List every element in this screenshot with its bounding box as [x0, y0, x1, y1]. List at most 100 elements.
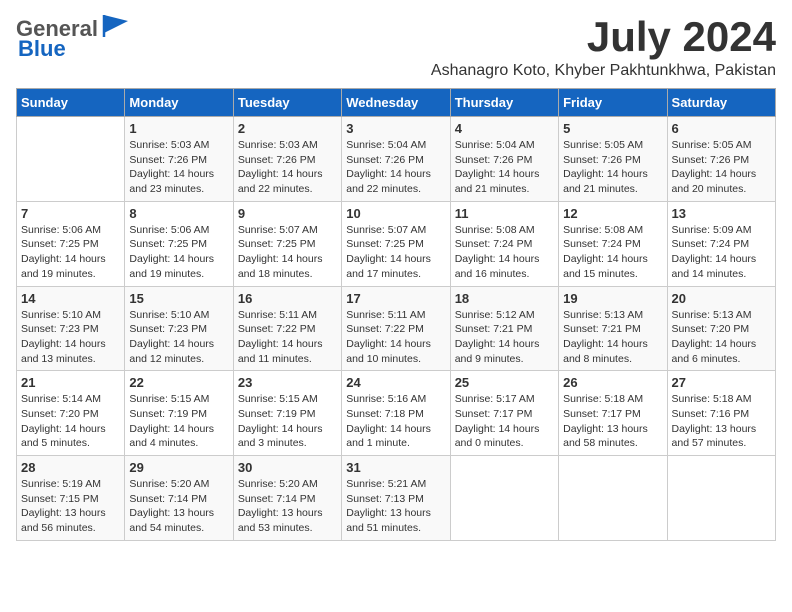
weekday-header-tuesday: Tuesday [233, 89, 341, 117]
calendar-cell: 26 Sunrise: 5:18 AM Sunset: 7:17 PM Dayli… [559, 371, 667, 456]
day-number: 31 [346, 460, 445, 475]
calendar-cell: 28 Sunrise: 5:19 AM Sunset: 7:15 PM Dayli… [17, 456, 125, 541]
calendar-cell [17, 117, 125, 202]
day-number: 26 [563, 375, 662, 390]
day-info: Sunrise: 5:14 AM Sunset: 7:20 PM Dayligh… [21, 392, 120, 451]
day-info: Sunrise: 5:03 AM Sunset: 7:26 PM Dayligh… [238, 138, 337, 197]
calendar-cell [559, 456, 667, 541]
calendar-cell: 6 Sunrise: 5:05 AM Sunset: 7:26 PM Daylig… [667, 117, 775, 202]
weekday-header-monday: Monday [125, 89, 233, 117]
calendar-cell: 15 Sunrise: 5:10 AM Sunset: 7:23 PM Dayli… [125, 286, 233, 371]
day-number: 23 [238, 375, 337, 390]
weekday-header-wednesday: Wednesday [342, 89, 450, 117]
calendar-cell: 25 Sunrise: 5:17 AM Sunset: 7:17 PM Dayli… [450, 371, 558, 456]
day-number: 10 [346, 206, 445, 221]
day-info: Sunrise: 5:05 AM Sunset: 7:26 PM Dayligh… [563, 138, 662, 197]
day-info: Sunrise: 5:04 AM Sunset: 7:26 PM Dayligh… [346, 138, 445, 197]
day-number: 12 [563, 206, 662, 221]
day-info: Sunrise: 5:09 AM Sunset: 7:24 PM Dayligh… [672, 223, 771, 282]
calendar-cell: 1 Sunrise: 5:03 AM Sunset: 7:26 PM Daylig… [125, 117, 233, 202]
day-info: Sunrise: 5:07 AM Sunset: 7:25 PM Dayligh… [346, 223, 445, 282]
day-number: 2 [238, 121, 337, 136]
day-info: Sunrise: 5:04 AM Sunset: 7:26 PM Dayligh… [455, 138, 554, 197]
calendar-cell: 3 Sunrise: 5:04 AM Sunset: 7:26 PM Daylig… [342, 117, 450, 202]
day-info: Sunrise: 5:11 AM Sunset: 7:22 PM Dayligh… [238, 308, 337, 367]
calendar-header-row: SundayMondayTuesdayWednesdayThursdayFrid… [17, 89, 776, 117]
day-number: 22 [129, 375, 228, 390]
calendar-cell: 18Sunrise: 5:12 AM Sunset: 7:21 PM Dayli… [450, 286, 558, 371]
calendar-subtitle: Ashanagro Koto, Khyber Pakhtunkhwa, Paki… [431, 62, 776, 80]
day-info: Sunrise: 5:20 AM Sunset: 7:14 PM Dayligh… [129, 477, 228, 536]
day-number: 19 [563, 291, 662, 306]
calendar-cell: 12 Sunrise: 5:08 AM Sunset: 7:24 PM Dayli… [559, 201, 667, 286]
calendar-cell: 30 Sunrise: 5:20 AM Sunset: 7:14 PM Dayli… [233, 456, 341, 541]
calendar-table: SundayMondayTuesdayWednesdayThursdayFrid… [16, 88, 776, 541]
day-number: 24 [346, 375, 445, 390]
calendar-cell: 10 Sunrise: 5:07 AM Sunset: 7:25 PM Dayli… [342, 201, 450, 286]
day-number: 6 [672, 121, 771, 136]
calendar-week-row: 1 Sunrise: 5:03 AM Sunset: 7:26 PM Daylig… [17, 117, 776, 202]
day-number: 27 [672, 375, 771, 390]
day-number: 13 [672, 206, 771, 221]
day-number: 9 [238, 206, 337, 221]
calendar-cell: 14Sunrise: 5:10 AM Sunset: 7:23 PM Dayli… [17, 286, 125, 371]
day-info: Sunrise: 5:13 AM Sunset: 7:21 PM Dayligh… [563, 308, 662, 367]
calendar-cell: 4Sunrise: 5:04 AM Sunset: 7:26 PM Daylig… [450, 117, 558, 202]
title-block: July 2024 Ashanagro Koto, Khyber Pakhtun… [431, 16, 776, 80]
day-number: 7 [21, 206, 120, 221]
weekday-header-friday: Friday [559, 89, 667, 117]
day-info: Sunrise: 5:19 AM Sunset: 7:15 PM Dayligh… [21, 477, 120, 536]
day-info: Sunrise: 5:08 AM Sunset: 7:24 PM Dayligh… [455, 223, 554, 282]
weekday-header-thursday: Thursday [450, 89, 558, 117]
day-number: 1 [129, 121, 228, 136]
day-number: 29 [129, 460, 228, 475]
day-number: 25 [455, 375, 554, 390]
day-number: 5 [563, 121, 662, 136]
calendar-week-row: 21 Sunrise: 5:14 AM Sunset: 7:20 PM Dayli… [17, 371, 776, 456]
calendar-cell: 16 Sunrise: 5:11 AM Sunset: 7:22 PM Dayli… [233, 286, 341, 371]
day-number: 28 [21, 460, 120, 475]
calendar-cell [667, 456, 775, 541]
calendar-cell: 21 Sunrise: 5:14 AM Sunset: 7:20 PM Dayli… [17, 371, 125, 456]
calendar-cell: 2 Sunrise: 5:03 AM Sunset: 7:26 PM Daylig… [233, 117, 341, 202]
day-number: 11 [455, 206, 554, 221]
logo-blue: Blue [18, 36, 66, 61]
calendar-cell: 22 Sunrise: 5:15 AM Sunset: 7:19 PM Dayli… [125, 371, 233, 456]
day-info: Sunrise: 5:07 AM Sunset: 7:25 PM Dayligh… [238, 223, 337, 282]
day-info: Sunrise: 5:16 AM Sunset: 7:18 PM Dayligh… [346, 392, 445, 451]
day-number: 17 [346, 291, 445, 306]
day-info: Sunrise: 5:17 AM Sunset: 7:17 PM Dayligh… [455, 392, 554, 451]
day-info: Sunrise: 5:06 AM Sunset: 7:25 PM Dayligh… [21, 223, 120, 282]
calendar-cell: 20Sunrise: 5:13 AM Sunset: 7:20 PM Dayli… [667, 286, 775, 371]
day-number: 3 [346, 121, 445, 136]
day-info: Sunrise: 5:03 AM Sunset: 7:26 PM Dayligh… [129, 138, 228, 197]
day-info: Sunrise: 5:15 AM Sunset: 7:19 PM Dayligh… [129, 392, 228, 451]
day-number: 16 [238, 291, 337, 306]
day-info: Sunrise: 5:10 AM Sunset: 7:23 PM Dayligh… [129, 308, 228, 367]
day-number: 21 [21, 375, 120, 390]
day-info: Sunrise: 5:18 AM Sunset: 7:17 PM Dayligh… [563, 392, 662, 451]
day-info: Sunrise: 5:20 AM Sunset: 7:14 PM Dayligh… [238, 477, 337, 536]
logo-flag-icon [100, 13, 130, 39]
day-info: Sunrise: 5:18 AM Sunset: 7:16 PM Dayligh… [672, 392, 771, 451]
day-number: 18 [455, 291, 554, 306]
day-number: 15 [129, 291, 228, 306]
calendar-cell: 11 Sunrise: 5:08 AM Sunset: 7:24 PM Dayli… [450, 201, 558, 286]
day-info: Sunrise: 5:05 AM Sunset: 7:26 PM Dayligh… [672, 138, 771, 197]
day-number: 14 [21, 291, 120, 306]
day-info: Sunrise: 5:08 AM Sunset: 7:24 PM Dayligh… [563, 223, 662, 282]
calendar-week-row: 14 Sunrise: 5:10 AM Sunset: 7:23 PM Dayli… [17, 286, 776, 371]
day-number: 30 [238, 460, 337, 475]
calendar-cell: 5 Sunrise: 5:05 AM Sunset: 7:26 PM Daylig… [559, 117, 667, 202]
calendar-cell [450, 456, 558, 541]
day-info: Sunrise: 5:13 AM Sunset: 7:20 PM Dayligh… [672, 308, 771, 367]
day-info: Sunrise: 5:11 AM Sunset: 7:22 PM Dayligh… [346, 308, 445, 367]
day-info: Sunrise: 5:06 AM Sunset: 7:25 PM Dayligh… [129, 223, 228, 282]
calendar-cell: 19 Sunrise: 5:13 AM Sunset: 7:21 PM Dayli… [559, 286, 667, 371]
calendar-cell: 7 Sunrise: 5:06 AM Sunset: 7:25 PM Daylig… [17, 201, 125, 286]
day-info: Sunrise: 5:15 AM Sunset: 7:19 PM Dayligh… [238, 392, 337, 451]
calendar-week-row: 28 Sunrise: 5:19 AM Sunset: 7:15 PM Dayli… [17, 456, 776, 541]
logo: General Blue [16, 16, 130, 62]
calendar-cell: 13 Sunrise: 5:09 AM Sunset: 7:24 PM Dayli… [667, 201, 775, 286]
calendar-title: July 2024 [431, 16, 776, 58]
